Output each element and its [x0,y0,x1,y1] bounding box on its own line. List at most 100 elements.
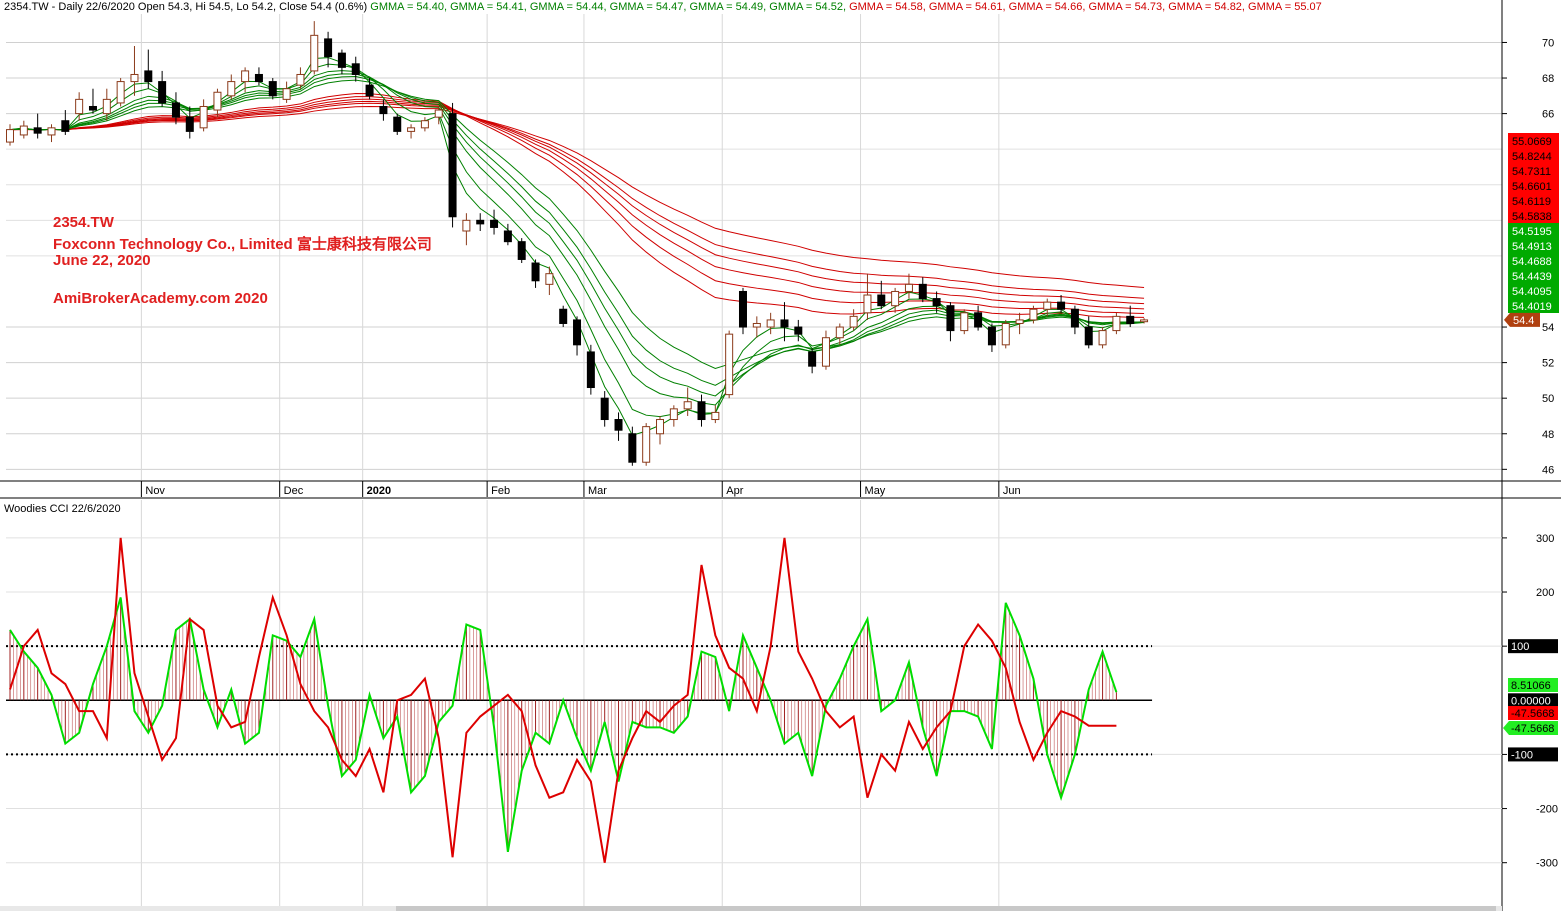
candle-body [227,81,236,97]
gmma-header-value: GMMA = 54.49, [689,1,770,13]
cci-value-tags: 1008.510660.00000-47.5668-47.5668-100 [1503,639,1558,762]
candle-body [420,120,429,129]
cci-tick-label: 300 [1536,533,1554,545]
candle-body [752,322,761,328]
candle-body [1070,308,1079,328]
candle-body [573,319,582,346]
price-tick-label: 46 [1542,464,1554,476]
candle-body [642,426,651,463]
candle-body [545,273,554,285]
price-tick-label: 48 [1542,429,1554,441]
gmma-short-tag-label: 54.5195 [1512,226,1552,238]
candle-body [794,326,803,335]
candle-body [835,326,844,339]
gmma-header-value: GMMA = 54.52, [769,1,850,13]
gmma-header-value: GMMA = 54.40, [370,1,451,13]
cci-tick-label: -300 [1536,858,1558,870]
gmma-header-value: GMMA = 54.47, [609,1,690,13]
candle-body [1001,322,1010,346]
candle-body [462,219,471,232]
price-tick-label: 70 [1542,37,1554,49]
candle-body [656,419,665,435]
cci-100-tag-label: 100 [1511,641,1529,653]
candle-body [75,98,84,115]
gmma-header-value: GMMA = 54.82, [1168,1,1249,13]
candle-body [476,219,485,225]
price-tick-label: 54 [1542,322,1554,334]
price-tick-label: 50 [1542,393,1554,405]
gmma-long-line [9,93,1145,318]
chart-window: 46 48 50 52 54 66 68 70 Nov Dec 2020 Feb Mar Apr May J… [0,0,1561,911]
candle-body [600,397,609,421]
month-label: Feb [491,485,510,497]
candle-body [47,127,56,136]
candle-body [130,73,139,83]
price-header: 2354.TW - Daily 22/6/2020 Open 54.3, Hi … [4,1,1322,13]
cci-tick-label: -200 [1536,804,1558,816]
candle-body [987,326,996,346]
candle-body [33,127,42,134]
candle-body [725,333,734,396]
price-tick-label: 68 [1542,73,1554,85]
gmma-long-tag-label: 54.6601 [1512,181,1552,193]
month-label: Nov [145,485,165,497]
chart-canvas[interactable]: 46 48 50 52 54 66 68 70 Nov Dec 2020 Feb Mar Apr May J… [0,0,1561,911]
candle-body [6,129,14,143]
candle-body [310,34,319,72]
candle-body [531,262,540,282]
candle-body [918,283,927,300]
candle-body [448,113,457,218]
gmma-values: GMMA = 54.40, GMMA = 54.41, GMMA = 54.44… [370,1,1321,13]
candle-body [517,241,526,260]
candle-body [213,91,222,111]
gmma-long-tag-label: 54.8244 [1512,151,1552,163]
candle-body [407,127,416,132]
candle-body [559,308,568,324]
price-value-tags: 55.0669 54.8244 54.7311 54.6601 54.6119 54.58… [1150,133,1559,327]
gmma-short-tag-label: 54.4019 [1512,301,1552,313]
candle-body [282,88,291,100]
gmma-header-value: GMMA = 54.58, [849,1,929,13]
gmma-long-line [9,102,1145,299]
candle-body [766,319,775,328]
cci-tick-label: 200 [1536,587,1554,599]
candle-body [974,312,983,328]
candle-body [1140,319,1149,323]
gmma-header-value: GMMA = 54.66, [1008,1,1089,13]
candle-body [821,337,830,367]
gmma-header-value: GMMA = 54.41, [450,1,530,13]
candle-body [199,105,208,129]
gmma-short-tag-label: 54.4439 [1512,271,1552,283]
candle-body [337,52,346,68]
gmma-header-value: GMMA = 54.73, [1088,1,1169,13]
month-label: 2020 [367,485,391,497]
gmma-header-value: GMMA = 54.44, [529,1,610,13]
candle-body [116,81,125,104]
candle-body [351,63,360,75]
annotation-company: Foxconn Technology Co., Limited 富士康科技有限公… [53,236,432,253]
candle-body [697,401,706,421]
candle-body [503,230,512,243]
annotation-date: June 22, 2020 [53,252,151,269]
candle-body [185,116,194,132]
gmma-header-value: GMMA = 54.61, [928,1,1009,13]
candle-body [669,408,678,421]
last-price-label: 54.4 [1513,315,1534,327]
gmma-short-tag-label: 54.4913 [1512,241,1552,253]
candle-body [738,290,747,328]
candle-body [891,290,900,307]
candle-body [158,81,167,104]
candle-body [102,98,111,115]
candle-body [296,73,305,86]
candle-body [19,125,28,136]
cci-header: Woodies CCI 22/6/2020 [4,503,121,515]
candle-body [849,315,858,328]
gmma-long-line [9,100,1145,305]
candle-body [365,84,374,97]
gmma-header-value: GMMA = 55.07 [1248,1,1322,13]
gmma-long-tag-label: 55.0669 [1512,136,1552,148]
candle-body [490,219,499,228]
panel-frames [0,0,1561,911]
price-tick-label: 66 [1542,109,1554,121]
cci-fast-tag-label: 8.51066 [1511,680,1551,692]
